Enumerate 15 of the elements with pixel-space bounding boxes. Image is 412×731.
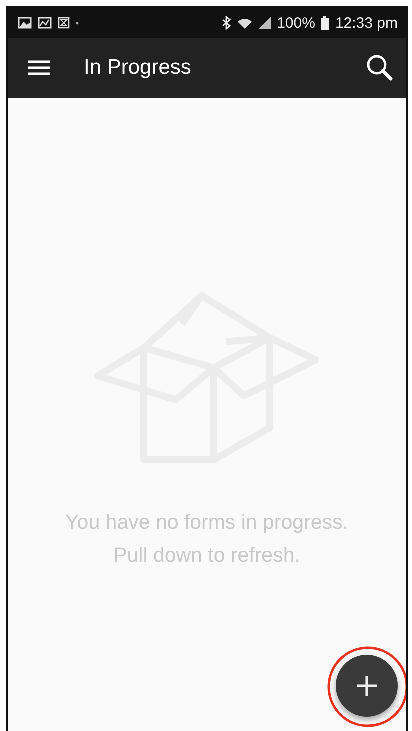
chart-icon <box>38 17 52 29</box>
wifi-icon <box>237 16 254 30</box>
picture-icon <box>18 17 32 29</box>
clock-time: 12:33 pm <box>335 14 398 32</box>
battery-icon <box>321 16 330 30</box>
search-icon[interactable] <box>366 54 394 82</box>
signal-icon <box>259 17 272 29</box>
add-button[interactable] <box>336 655 398 717</box>
bluetooth-icon <box>222 16 232 30</box>
battery-level: 100% <box>277 14 316 32</box>
hourglass-icon <box>58 17 70 29</box>
plus-icon <box>356 675 378 697</box>
dot-icon <box>76 22 79 24</box>
screen-title: In Progress <box>84 56 192 80</box>
menu-icon[interactable] <box>28 60 50 76</box>
